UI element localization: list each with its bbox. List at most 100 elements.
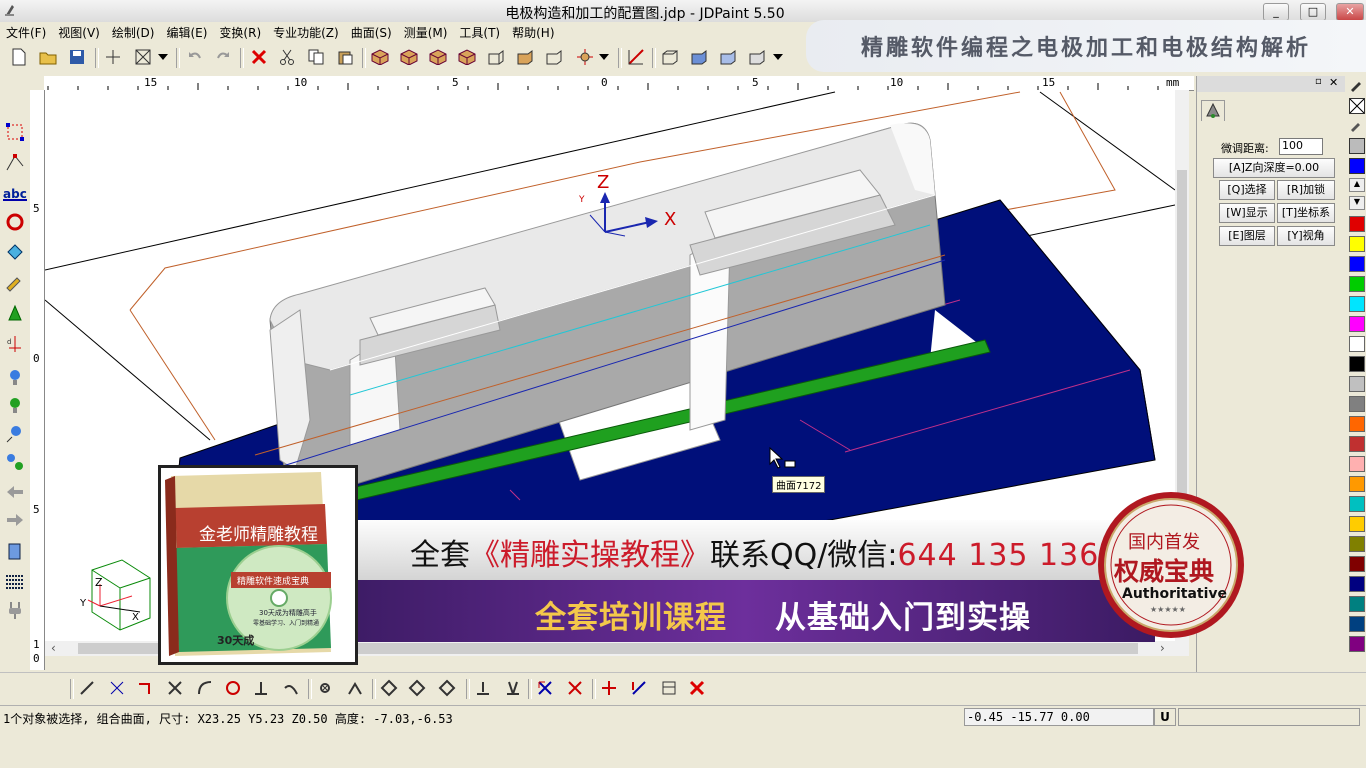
palette-down-icon[interactable]: ▼ (1349, 196, 1365, 210)
color-swatch[interactable] (1349, 536, 1365, 552)
lock-button[interactable]: [R]加锁 (1277, 180, 1335, 200)
cancel-red-icon[interactable] (686, 677, 708, 699)
hidden-line-icon[interactable] (746, 46, 768, 68)
diamond-tool-2-icon[interactable] (406, 677, 428, 699)
paste-icon[interactable] (334, 46, 356, 68)
new-file-icon[interactable] (8, 46, 30, 68)
color-swatch[interactable] (1349, 596, 1365, 612)
snap-endpoint-icon[interactable] (106, 677, 128, 699)
text-abc-icon[interactable]: abc (3, 182, 27, 206)
color-swatch[interactable] (1349, 556, 1365, 572)
mode-indicator[interactable]: U (1154, 708, 1176, 726)
undo-icon[interactable] (184, 46, 206, 68)
swap-icon[interactable] (3, 450, 27, 474)
shaded-edge-icon[interactable] (717, 46, 739, 68)
snap-perpendicular-icon[interactable] (250, 677, 272, 699)
select-rect-icon[interactable] (3, 120, 27, 144)
menu-file[interactable]: 文件(F) (0, 22, 52, 41)
color-swatch[interactable] (1349, 576, 1365, 592)
z-depth-button[interactable]: [A]Z向深度=0.00 (1213, 158, 1335, 178)
snap-center-icon[interactable] (314, 677, 336, 699)
arrow-left-icon[interactable] (3, 480, 27, 504)
paint-brush-icon[interactable] (3, 270, 27, 294)
view-back-icon[interactable] (398, 46, 420, 68)
color-swatch[interactable] (1349, 256, 1365, 272)
menu-measure[interactable]: 测量(M) (398, 22, 454, 41)
display-button[interactable]: [W]显示 (1219, 203, 1275, 223)
scroll-left-icon[interactable]: ‹ (51, 641, 56, 655)
move-axes-icon[interactable] (598, 677, 620, 699)
surface-tool-icon[interactable] (3, 302, 27, 326)
cut-icon[interactable] (276, 46, 298, 68)
snap-tangent-icon[interactable] (280, 677, 302, 699)
menu-help[interactable]: 帮助(H) (506, 22, 560, 41)
color-swatch[interactable] (1349, 496, 1365, 512)
scroll-right-icon[interactable]: › (1160, 641, 1165, 655)
color-swatch[interactable] (1349, 636, 1365, 652)
view-bottom-icon[interactable] (514, 46, 536, 68)
crosshair-icon[interactable] (102, 46, 124, 68)
copy-icon[interactable] (305, 46, 327, 68)
open-folder-icon[interactable] (37, 46, 59, 68)
maximize-button[interactable]: □ (1300, 3, 1326, 21)
redo-icon[interactable] (212, 46, 234, 68)
eyedropper-icon[interactable] (1349, 118, 1363, 132)
view-right-icon[interactable] (456, 46, 478, 68)
distance-input[interactable]: 100 (1279, 138, 1323, 155)
align-icon[interactable] (472, 677, 494, 699)
circle-tool-icon[interactable] (3, 210, 27, 234)
light-bulb-green-icon[interactable] (3, 394, 27, 418)
color-swatch[interactable] (1349, 236, 1365, 252)
wireframe-icon[interactable] (659, 46, 681, 68)
minimize-button[interactable]: _ (1263, 3, 1289, 21)
snap-corner-icon[interactable] (134, 677, 156, 699)
current-color-icon[interactable] (1349, 158, 1365, 174)
pick-cross-icon[interactable] (534, 677, 556, 699)
view-top-icon[interactable] (485, 46, 507, 68)
color-swatch[interactable] (1349, 476, 1365, 492)
color-swatch[interactable] (1349, 276, 1365, 292)
light-bulb-edit-icon[interactable] (3, 422, 27, 446)
select-button[interactable]: [Q]选择 (1219, 180, 1275, 200)
color-swatch[interactable] (1349, 356, 1365, 372)
pattern-fill-icon[interactable] (1349, 138, 1365, 154)
color-swatch[interactable] (1349, 296, 1365, 312)
color-swatch[interactable] (1349, 436, 1365, 452)
color-swatch[interactable] (1349, 416, 1365, 432)
layer-button[interactable]: [E]图层 (1219, 226, 1275, 246)
menu-draw[interactable]: 绘制(D) (106, 22, 161, 41)
color-swatch[interactable] (1349, 316, 1365, 332)
no-color-icon[interactable] (1349, 98, 1365, 114)
light-bulb-blue-icon[interactable] (3, 366, 27, 390)
pick-cross-red-icon[interactable] (564, 677, 586, 699)
diamond-tool-3-icon[interactable] (436, 677, 458, 699)
color-swatch[interactable] (1349, 396, 1365, 412)
panel-close-icon[interactable]: ✕ (1329, 76, 1338, 89)
color-swatch[interactable] (1349, 216, 1365, 232)
coordinate-system-button[interactable]: [T]坐标系 (1277, 203, 1335, 223)
delete-icon[interactable] (248, 46, 270, 68)
plug-icon[interactable] (3, 598, 27, 622)
menu-surface[interactable]: 曲面(S) (345, 22, 398, 41)
align-fan-icon[interactable] (502, 677, 524, 699)
edit-table-icon[interactable] (658, 677, 680, 699)
edit-path-icon[interactable] (628, 677, 650, 699)
menu-pro-functions[interactable]: 专业功能(Z) (267, 22, 345, 41)
grid-list-icon[interactable] (3, 570, 27, 594)
arrow-right-icon[interactable] (3, 508, 27, 532)
color-swatch[interactable] (1349, 456, 1365, 472)
save-icon[interactable] (66, 46, 88, 68)
measure-icon[interactable]: d (3, 332, 27, 356)
color-swatch[interactable] (1349, 516, 1365, 532)
shaded-icon[interactable] (688, 46, 710, 68)
transform-icon[interactable] (3, 240, 27, 264)
view-front-icon[interactable] (369, 46, 391, 68)
color-swatch[interactable] (1349, 376, 1365, 392)
menu-view[interactable]: 视图(V) (52, 22, 106, 41)
rotate-dropdown-icon[interactable] (597, 46, 611, 68)
menu-tools[interactable]: 工具(T) (453, 22, 506, 41)
menu-edit[interactable]: 编辑(E) (160, 22, 213, 41)
color-swatch[interactable] (1349, 616, 1365, 632)
diamond-tool-1-icon[interactable] (378, 677, 400, 699)
select-dropdown-icon[interactable] (156, 46, 170, 68)
